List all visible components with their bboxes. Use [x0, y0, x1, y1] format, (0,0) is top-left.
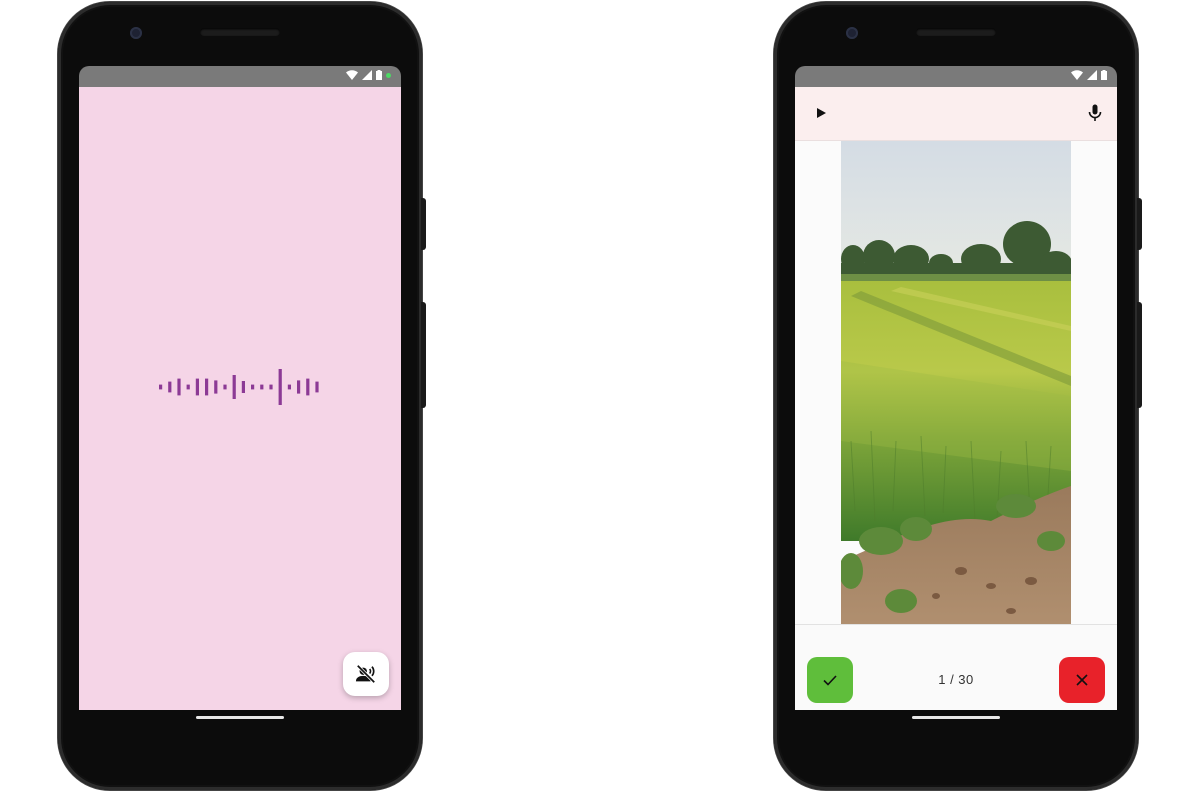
waveform-bar [269, 384, 273, 390]
signal-icon [1087, 70, 1097, 80]
waveform-bar [278, 369, 282, 405]
phone-right: 1 / 30 [774, 2, 1142, 790]
audio-waveform [159, 369, 319, 405]
status-icons [1071, 70, 1107, 80]
battery-icon [1101, 70, 1107, 80]
waveform-bar [241, 381, 245, 393]
screen-left [79, 66, 401, 710]
phone-left [58, 2, 426, 790]
record-button[interactable] [1083, 101, 1107, 125]
waveform-bar [315, 381, 319, 393]
screen-right: 1 / 30 [795, 66, 1117, 710]
waveform-bar [159, 384, 163, 390]
wifi-icon [1071, 70, 1083, 80]
signal-icon [362, 70, 372, 80]
earpiece-speaker [200, 28, 280, 36]
waveform-bar [287, 384, 291, 390]
audio-toolbar [795, 87, 1117, 141]
review-view: 1 / 30 [795, 87, 1117, 710]
waveform-bar [195, 378, 199, 396]
close-icon [1076, 674, 1088, 686]
power-button [1137, 198, 1142, 250]
waveform-bar [223, 384, 227, 390]
waveform-bar [177, 378, 181, 396]
home-indicator[interactable] [196, 716, 284, 719]
play-icon [817, 108, 826, 118]
volume-button [421, 302, 426, 408]
voice-off-icon [355, 664, 376, 684]
reject-button[interactable] [1059, 657, 1105, 703]
power-button [421, 198, 426, 250]
status-icons [346, 70, 391, 80]
wifi-icon [346, 70, 358, 80]
status-bar [795, 66, 1117, 87]
front-camera [846, 27, 858, 39]
review-actions-bar: 1 / 30 [795, 624, 1117, 710]
waveform-bar [168, 381, 172, 393]
listening-view [79, 87, 401, 710]
waveform-bar [297, 380, 301, 394]
photo-container [795, 141, 1117, 624]
play-button[interactable] [809, 101, 833, 125]
waveform-bar [205, 378, 209, 396]
waveform-bar [214, 380, 218, 394]
field-image [841, 141, 1071, 624]
waveform-bar [260, 384, 264, 390]
home-indicator[interactable] [912, 716, 1000, 719]
waveform-bar [186, 384, 190, 390]
front-camera [130, 27, 142, 39]
volume-button [1137, 302, 1142, 408]
waveform-bar [251, 384, 255, 390]
waveform-bar [232, 375, 236, 399]
status-bar [79, 66, 401, 87]
battery-icon [376, 70, 382, 80]
privacy-indicator-dot [386, 72, 391, 78]
mic-icon [1088, 104, 1102, 121]
earpiece-speaker [916, 28, 996, 36]
voice-off-button[interactable] [343, 652, 389, 696]
waveform-bar [306, 378, 310, 396]
crop-field-photo [841, 141, 1071, 624]
